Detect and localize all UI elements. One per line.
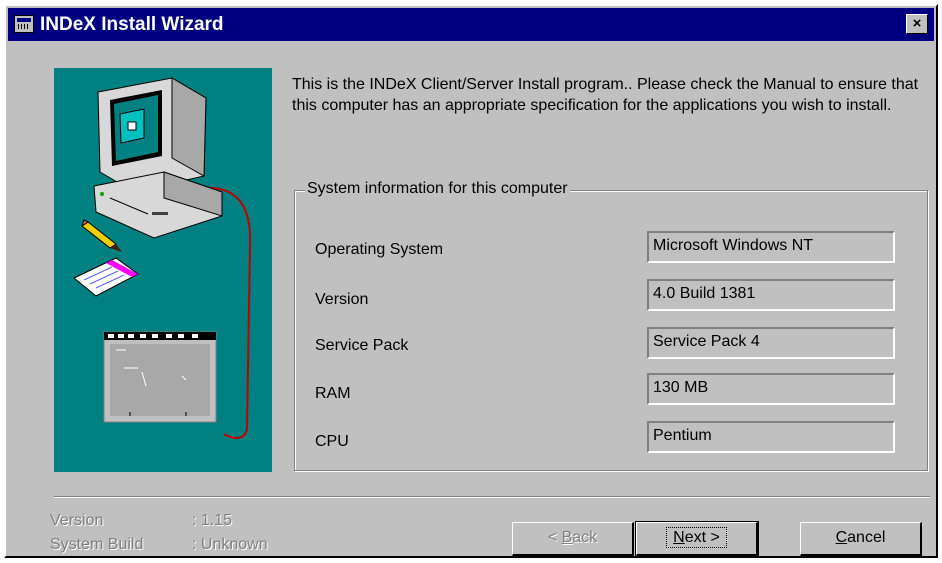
build-footer-value: : Unknown [192, 536, 268, 553]
ram-value: 130 MB [647, 373, 895, 405]
close-button[interactable]: × [906, 14, 928, 34]
cpu-label: CPU [315, 433, 349, 450]
cancel-button[interactable]: Cancel [800, 522, 922, 556]
ram-label: RAM [315, 385, 351, 402]
service-pack-label: Service Pack [315, 337, 409, 354]
computer-illustration [54, 68, 272, 472]
intro-text: This is the INDeX Client/Server Install … [292, 76, 919, 114]
version-footer-label: Version [50, 512, 104, 529]
window-title: INDeX Install Wizard [40, 14, 224, 35]
os-label: Operating System [315, 241, 444, 258]
version-label: Version [315, 291, 369, 308]
back-button-label: < Back [547, 529, 598, 546]
system-info-group: System information for this computer Ope… [294, 180, 928, 471]
title-bar[interactable]: INDeX Install Wizard × [8, 8, 934, 41]
os-value: Microsoft Windows NT [647, 231, 895, 263]
close-icon: × [912, 15, 922, 32]
footer-separator [54, 496, 930, 498]
cpu-value: Pentium [647, 421, 895, 453]
next-button-label: Next > [666, 527, 727, 548]
system-info-legend: System information for this computer [305, 180, 570, 198]
pencil-icon [81, 219, 122, 252]
notepad-icon [73, 257, 139, 297]
next-button[interactable]: Next > [635, 521, 759, 557]
app-icon[interactable] [14, 15, 34, 33]
cancel-button-label: Cancel [835, 529, 886, 546]
version-footer-value: : 1.15 [192, 512, 233, 529]
service-pack-value: Service Pack 4 [647, 327, 895, 359]
install-wizard-window: INDeX Install Wizard × This is the INDeX… [4, 4, 938, 558]
version-value: 4.0 Build 1381 [647, 279, 895, 311]
computer-icon [73, 77, 252, 439]
build-footer-label: System Build [50, 536, 144, 553]
back-button[interactable]: < Back [512, 522, 634, 556]
